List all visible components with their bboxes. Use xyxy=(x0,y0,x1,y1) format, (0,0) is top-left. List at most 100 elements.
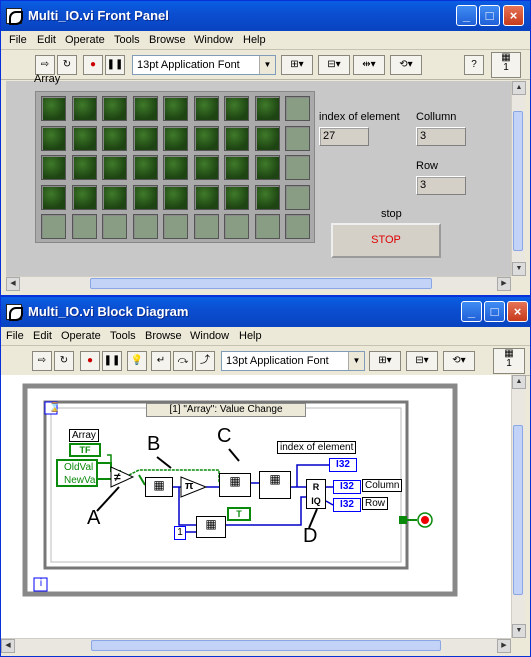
array-led[interactable] xyxy=(71,96,97,121)
array-led[interactable] xyxy=(224,214,249,239)
array-led[interactable] xyxy=(71,155,97,180)
scroll-right-icon[interactable]: ▶ xyxy=(497,639,511,653)
vscroll-thumb[interactable] xyxy=(513,425,523,595)
menu-help[interactable]: Help xyxy=(239,330,262,342)
hscroll-thumb[interactable] xyxy=(91,640,441,651)
array-led[interactable] xyxy=(132,125,158,151)
array-led[interactable] xyxy=(132,184,158,210)
abort-icon[interactable]: ● xyxy=(83,55,103,75)
menu-operate[interactable]: Operate xyxy=(61,330,101,342)
array-led[interactable] xyxy=(285,96,310,121)
maximize-button[interactable]: □ xyxy=(484,301,505,322)
font-select[interactable]: 13pt Application Font ▼ xyxy=(221,351,365,371)
reorder-icon[interactable]: ⟲▾ xyxy=(390,55,422,75)
front-panel-titlebar[interactable]: Multi_IO.vi Front Panel _ □ × xyxy=(1,1,530,31)
array-led[interactable] xyxy=(254,155,280,180)
column-terminal[interactable]: I32 xyxy=(333,480,361,494)
menu-window[interactable]: Window xyxy=(190,330,229,342)
scroll-down-icon[interactable]: ▼ xyxy=(512,624,526,638)
index-terminal[interactable]: I32 xyxy=(329,458,357,472)
array-led[interactable] xyxy=(163,214,188,239)
align-objects-icon[interactable]: ⊞▾ xyxy=(281,55,313,75)
array-led[interactable] xyxy=(71,214,97,239)
array-led[interactable] xyxy=(163,155,188,180)
menu-edit[interactable]: Edit xyxy=(33,330,52,342)
array-led[interactable] xyxy=(102,184,127,210)
case-selector[interactable]: [1] "Array": Value Change xyxy=(146,403,306,417)
step-out-icon[interactable]: ⤴ xyxy=(195,351,215,371)
array-led[interactable] xyxy=(224,155,249,180)
vi-icon[interactable]: ▦ 1 xyxy=(491,52,521,78)
array-led[interactable] xyxy=(254,184,280,210)
menu-file[interactable]: File xyxy=(9,34,27,46)
array-led[interactable] xyxy=(285,125,310,151)
scroll-up-icon[interactable]: ▲ xyxy=(512,375,526,389)
array-led[interactable] xyxy=(41,125,66,151)
step-over-icon[interactable]: ⤼ xyxy=(173,351,193,371)
array-led[interactable] xyxy=(102,96,127,121)
menu-browse[interactable]: Browse xyxy=(149,34,186,46)
array-led[interactable] xyxy=(41,184,66,210)
array-control[interactable] xyxy=(35,91,315,243)
array-led[interactable] xyxy=(193,125,219,151)
distribute-objects-icon[interactable]: ⊟▾ xyxy=(406,351,438,371)
minimize-button[interactable]: _ xyxy=(461,301,482,322)
menu-help[interactable]: Help xyxy=(243,34,266,46)
scroll-left-icon[interactable]: ◀ xyxy=(1,639,15,653)
array-led[interactable] xyxy=(254,214,280,239)
row-terminal[interactable]: I32 xyxy=(333,498,361,512)
array-led[interactable] xyxy=(163,96,188,121)
array-led[interactable] xyxy=(71,184,97,210)
array-led[interactable] xyxy=(132,214,158,239)
vscroll-thumb[interactable] xyxy=(513,111,523,251)
block-diagram-titlebar[interactable]: Multi_IO.vi Block Diagram _ □ × xyxy=(1,297,530,327)
highlight-execution-icon[interactable]: 💡 xyxy=(127,351,147,371)
front-panel-hscroll[interactable]: ◀ ▶ xyxy=(6,276,511,291)
array-led[interactable] xyxy=(41,214,66,239)
font-select[interactable]: 13pt Application Font ▼ xyxy=(132,55,276,75)
array-led[interactable] xyxy=(285,184,310,210)
array-led[interactable] xyxy=(132,96,158,121)
menu-tools[interactable]: Tools xyxy=(114,34,140,46)
scroll-down-icon[interactable]: ▼ xyxy=(512,262,526,276)
array-led[interactable] xyxy=(163,125,188,151)
hscroll-thumb[interactable] xyxy=(90,278,432,289)
step-into-icon[interactable]: ↵ xyxy=(151,351,171,371)
array-led[interactable] xyxy=(254,125,280,151)
abort-icon[interactable]: ● xyxy=(80,351,100,371)
stop-button[interactable]: STOP xyxy=(331,223,441,258)
array-led[interactable] xyxy=(224,184,249,210)
pause-icon[interactable]: ❚❚ xyxy=(105,55,125,75)
array-led[interactable] xyxy=(132,155,158,180)
align-objects-icon[interactable]: ⊞▾ xyxy=(369,351,401,371)
minimize-button[interactable]: _ xyxy=(456,5,477,26)
reorder-icon[interactable]: ⟲▾ xyxy=(443,351,475,371)
menu-operate[interactable]: Operate xyxy=(65,34,105,46)
menu-tools[interactable]: Tools xyxy=(110,330,136,342)
scroll-right-icon[interactable]: ▶ xyxy=(497,277,511,291)
array-terminal[interactable]: TF xyxy=(69,443,101,457)
array-led[interactable] xyxy=(193,184,219,210)
array-led[interactable] xyxy=(102,155,127,180)
array-led[interactable] xyxy=(41,155,66,180)
array-led[interactable] xyxy=(102,214,127,239)
scroll-left-icon[interactable]: ◀ xyxy=(6,277,20,291)
array-led[interactable] xyxy=(193,155,219,180)
array-led[interactable] xyxy=(71,125,97,151)
array-led[interactable] xyxy=(224,96,249,121)
resize-objects-icon[interactable]: ⇹▾ xyxy=(353,55,385,75)
block-diagram-hscroll[interactable]: ◀ ▶ xyxy=(1,638,511,653)
help-icon[interactable]: ? xyxy=(464,55,484,75)
menu-file[interactable]: File xyxy=(6,330,24,342)
menu-browse[interactable]: Browse xyxy=(145,330,182,342)
close-button[interactable]: × xyxy=(507,301,528,322)
pause-icon[interactable]: ❚❚ xyxy=(102,351,122,371)
distribute-objects-icon[interactable]: ⊟▾ xyxy=(318,55,350,75)
menu-edit[interactable]: Edit xyxy=(37,34,56,46)
front-panel-vscroll[interactable]: ▲ ▼ xyxy=(511,81,526,276)
menu-window[interactable]: Window xyxy=(194,34,233,46)
array-led[interactable] xyxy=(41,96,66,121)
maximize-button[interactable]: □ xyxy=(479,5,500,26)
array-led[interactable] xyxy=(193,96,219,121)
array-led[interactable] xyxy=(285,155,310,180)
